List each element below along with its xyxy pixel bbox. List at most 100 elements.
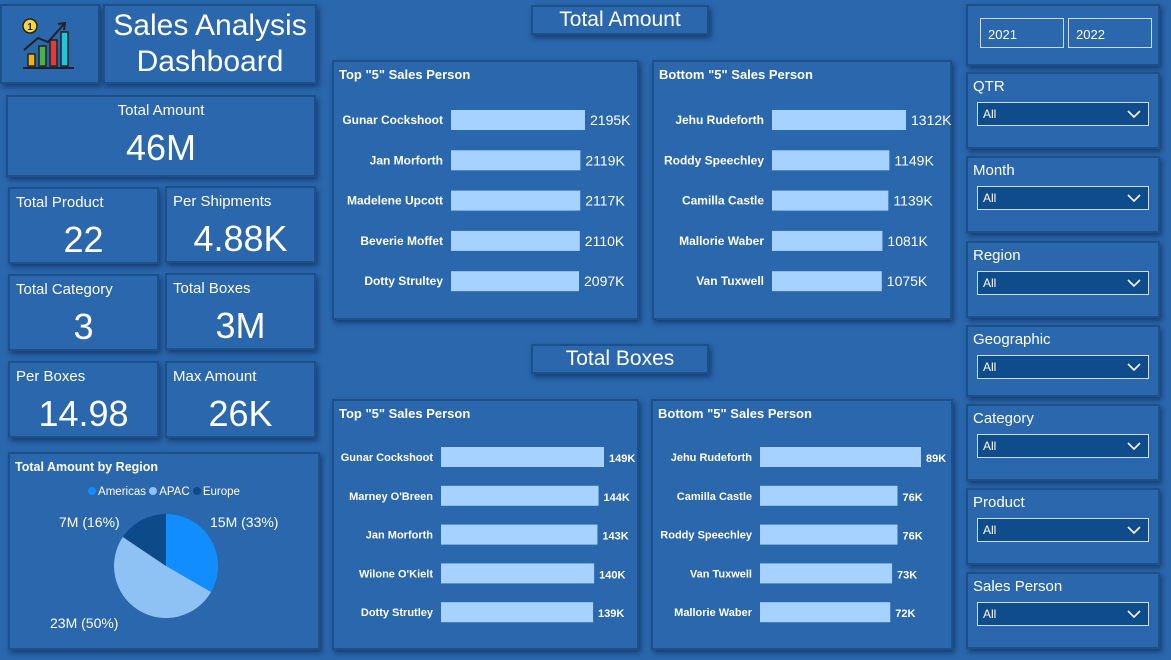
category-label: Camilla Castle: [677, 491, 752, 503]
bar[interactable]: [451, 110, 585, 130]
data-label: 144K: [604, 492, 630, 504]
slicer-region: Region All: [966, 241, 1160, 318]
slicer-label: Product: [973, 494, 1025, 511]
data-label: 149K: [609, 453, 635, 465]
category-label: Roddy Speechley: [660, 530, 753, 542]
slicer-category: Category All: [966, 404, 1160, 481]
category-label: Jan Morforth: [370, 153, 443, 167]
category-label: Jehu Rudeforth: [671, 452, 753, 464]
bar[interactable]: [772, 190, 889, 211]
bar[interactable]: [760, 447, 921, 467]
year-button-2022[interactable]: 2022: [1068, 18, 1152, 48]
bar[interactable]: [451, 190, 581, 211]
data-label: 1075K: [887, 273, 928, 289]
data-label: 76K: [902, 492, 922, 504]
data-label: 143K: [602, 531, 628, 543]
category-label: Wilone O'Kielt: [359, 568, 433, 580]
data-label: 76K: [902, 531, 922, 543]
category-label: Dotty Strultey: [364, 274, 443, 288]
bar[interactable]: [441, 563, 595, 584]
category-label: Mallorie Waber: [674, 607, 753, 619]
chevron-down-icon: [1127, 194, 1141, 203]
category-label: Beverie Moffet: [360, 234, 443, 248]
data-label: 73K: [897, 569, 917, 581]
category-label: Madelene Upcott: [347, 194, 443, 208]
kpi-value: 14.98: [38, 393, 129, 434]
chart-growth-icon: 1: [22, 18, 74, 69]
section-title-total-amount: Total Amount: [531, 5, 709, 35]
sales-person-dropdown[interactable]: All: [977, 602, 1149, 626]
data-label: 2119K: [585, 152, 625, 168]
kpi-value: 22: [63, 219, 104, 260]
bar[interactable]: [772, 271, 882, 292]
slicer-month: Month All: [966, 156, 1160, 233]
category-label: Dotty Strutley: [361, 607, 434, 619]
data-label: 1312K: [911, 112, 952, 128]
bar[interactable]: [451, 230, 580, 251]
bar[interactable]: [451, 271, 580, 292]
dropdown-value: All: [983, 607, 997, 621]
month-dropdown[interactable]: All: [977, 186, 1149, 210]
category-dropdown[interactable]: All: [977, 434, 1149, 458]
slicer-product: Product All: [966, 488, 1160, 565]
category-label: Camilla Castle: [682, 194, 764, 208]
slicer-qtr: QTR All: [966, 72, 1160, 149]
data-label: 89K: [926, 453, 946, 465]
bar-chart-boxes-bottom[interactable]: Bottom "5" Sales Person Jehu Rudeforth 89…: [651, 399, 953, 650]
chevron-down-icon: [1127, 610, 1141, 619]
data-label: 1149K: [894, 152, 934, 168]
geographic-dropdown[interactable]: All: [977, 355, 1149, 379]
data-label: 72K: [895, 608, 915, 620]
kpi-label: Total Amount: [117, 102, 205, 119]
year-button-2021[interactable]: 2021: [980, 18, 1064, 48]
data-label: 2195K: [590, 112, 631, 128]
title-line-2: Dashboard: [136, 45, 284, 78]
chevron-down-icon: [1127, 279, 1141, 288]
bar[interactable]: [760, 602, 891, 623]
bar[interactable]: [451, 150, 581, 171]
slicer-label: QTR: [973, 78, 1005, 95]
bar[interactable]: [760, 485, 898, 506]
product-dropdown[interactable]: All: [977, 518, 1149, 542]
region-dropdown[interactable]: All: [977, 271, 1149, 295]
bar[interactable]: [441, 447, 604, 467]
kpi-per-shipments: Per Shipments 4.88K: [165, 186, 316, 263]
bar[interactable]: [441, 602, 594, 623]
bar[interactable]: [441, 485, 599, 506]
qtr-dropdown[interactable]: All: [977, 102, 1149, 126]
kpi-value: 26K: [208, 393, 273, 434]
slicer-label: Geographic: [973, 331, 1051, 348]
kpi-value: 3: [73, 306, 94, 347]
bar-chart-boxes-top[interactable]: Top "5" Sales Person Gunar Cockshoot 149K…: [332, 399, 639, 650]
dropdown-value: All: [983, 360, 997, 374]
dropdown-value: All: [983, 191, 997, 205]
category-label: Van Tuxwell: [696, 274, 764, 288]
bar[interactable]: [760, 563, 893, 584]
bar-chart-amount-bottom[interactable]: Bottom "5" Sales Person Jehu Rudeforth 13…: [652, 60, 952, 320]
title-line-1: Sales Analysis: [113, 9, 307, 42]
pie-label-europe: 7M (16%): [59, 514, 120, 530]
kpi-per-boxes: Per Boxes 14.98: [8, 361, 159, 438]
chevron-down-icon: [1127, 442, 1141, 451]
kpi-label: Total Category: [16, 281, 113, 298]
bar[interactable]: [760, 524, 898, 545]
data-label: 1081K: [887, 233, 928, 249]
slicer-sales-person: Sales Person All: [966, 572, 1160, 649]
category-label: Marney O'Breen: [349, 491, 433, 503]
bar[interactable]: [772, 110, 906, 130]
kpi-value: 4.88K: [193, 218, 288, 259]
data-label: 2097K: [584, 273, 625, 289]
region-pie-chart[interactable]: Total Amount by Region Americas APAC Eur…: [8, 452, 320, 650]
chevron-down-icon: [1127, 110, 1141, 119]
bar[interactable]: [441, 524, 598, 545]
slicer-geographic: Geographic All: [966, 325, 1160, 397]
bar[interactable]: [772, 230, 883, 251]
bar[interactable]: [772, 150, 890, 171]
dropdown-value: All: [983, 439, 997, 453]
bar-plot: Jehu Rudeforth 1312K Roddy Speechley 1149K C…: [664, 110, 952, 292]
bar-chart-amount-top[interactable]: Top "5" Sales Person Gunar Cockshoot 2195…: [332, 60, 639, 320]
data-label: 2110K: [585, 233, 625, 249]
dashboard-title: Sales Analysis Dashboard: [103, 4, 317, 84]
kpi-label: Max Amount: [173, 368, 257, 385]
kpi-label: Total Boxes: [173, 280, 251, 297]
